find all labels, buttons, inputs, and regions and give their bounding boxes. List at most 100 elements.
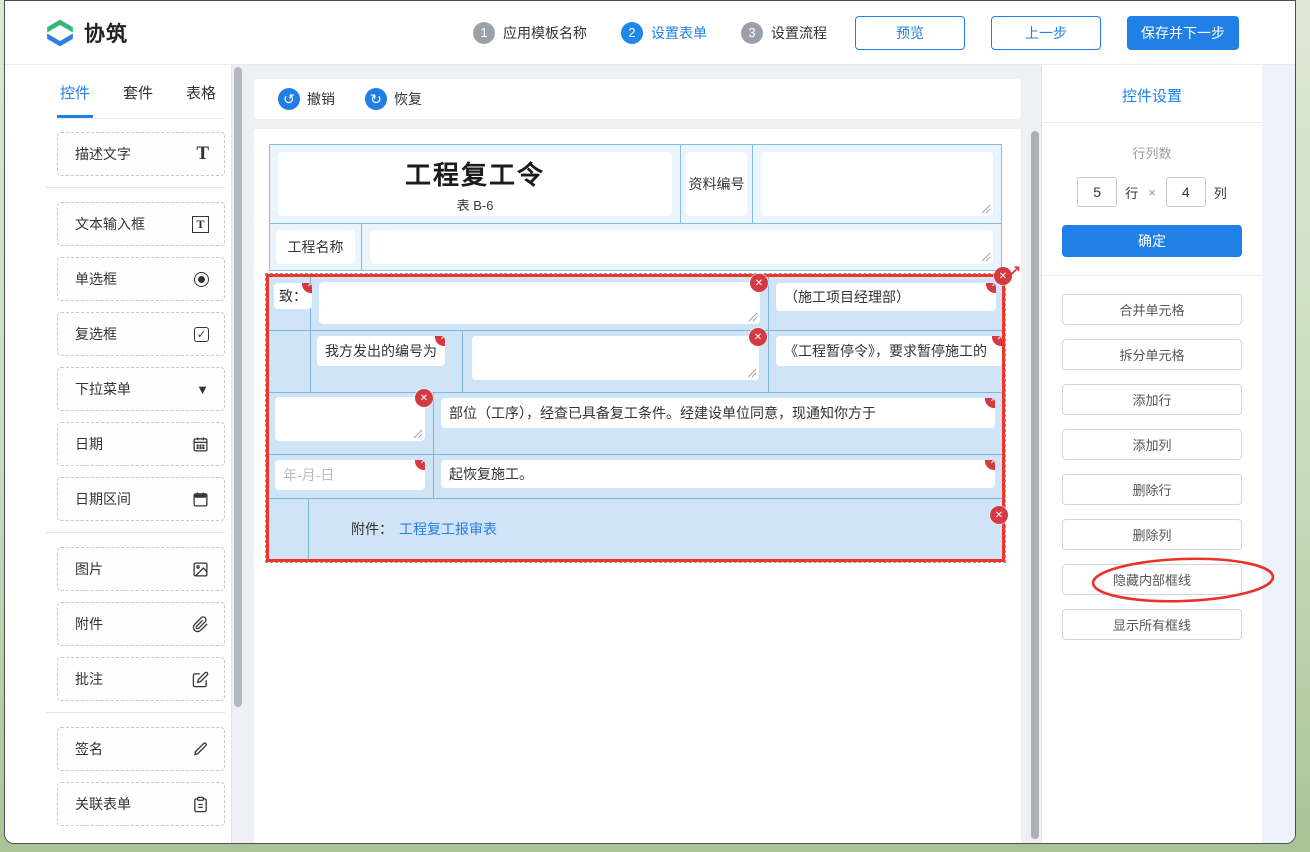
tab-tables[interactable]: 表格 [183, 65, 219, 118]
tab-suites[interactable]: 套件 [120, 65, 156, 118]
rows-input[interactable] [1077, 177, 1117, 207]
hide-inner-borders-button[interactable]: 隐藏内部框线 [1062, 564, 1242, 595]
cell-date: 年-月-日 ✕ [269, 455, 434, 498]
confirm-button[interactable]: 确定 [1062, 225, 1242, 257]
canvas-scrollbar[interactable] [1029, 65, 1041, 843]
step-2-label: 设置表单 [651, 23, 707, 43]
empty-cell[interactable] [269, 499, 309, 559]
selected-table-region[interactable]: ✕ ↗ 致： ✕ ✕ [265, 273, 1006, 563]
step-1[interactable]: 1 应用模板名称 [473, 22, 587, 44]
resize-grip-icon[interactable] [747, 368, 757, 378]
app-logo: 协筑 [45, 18, 245, 48]
project-name-label: 工程名称 [276, 230, 355, 264]
rows-unit: 行 [1125, 183, 1138, 202]
control-item-linked-form[interactable]: 关联表单 [57, 782, 225, 826]
sidebar-divider [45, 187, 225, 188]
to-suffix-box[interactable]: （施工项目经理部） ✕ [776, 283, 996, 311]
delete-control-icon[interactable]: ✕ [415, 389, 433, 407]
right-gutter [1262, 65, 1295, 843]
delete-control-icon[interactable]: ✕ [986, 283, 996, 293]
control-settings-panel: 控件设置 行列数 行 × 列 确定 合并单元格 拆分单元格 添加行 添加列 删除… [1041, 65, 1262, 843]
control-item-image[interactable]: 图片 [57, 547, 225, 591]
step-3[interactable]: 3 设置流程 [741, 22, 827, 44]
form-title-cell[interactable]: 工程复工令 表 B-6 [270, 145, 681, 223]
tab-controls[interactable]: 控件 [57, 65, 93, 118]
cell-attachment[interactable]: 附件： 工程复工报审表 [309, 499, 1002, 559]
form-sheet: 工程复工令 表 B-6 资料编号 [254, 129, 1021, 843]
step-2[interactable]: 2 设置表单 [621, 22, 707, 44]
table-row: ✕ 附件： 工程复工报审表 [269, 499, 1002, 559]
undo-button[interactable]: ↺ 撤销 [278, 88, 335, 110]
step-2-circle: 2 [621, 22, 643, 44]
doc-no-textarea[interactable] [761, 152, 993, 216]
add-column-button[interactable]: 添加列 [1062, 429, 1242, 460]
delete-control-icon[interactable]: ✕ [750, 274, 768, 292]
control-item-checkbox[interactable]: 复选框 ✓ [57, 312, 225, 356]
signature-pen-icon [192, 741, 209, 758]
merge-cells-button[interactable]: 合并单元格 [1062, 294, 1242, 325]
controls-sidebar: 控件 套件 表格 描述文字 T 文本输入框 T 单选框 [5, 65, 232, 843]
control-item-attachment[interactable]: 附件 [57, 602, 225, 646]
date-input[interactable]: 年-月-日 ✕ [275, 460, 425, 490]
canvas-scrollbar-thumb[interactable] [1031, 131, 1039, 839]
empty-cell[interactable] [269, 331, 311, 392]
control-item-description-text[interactable]: 描述文字 T [57, 132, 225, 176]
undo-icon: ↺ [278, 88, 300, 110]
control-item-text-input[interactable]: 文本输入框 T [57, 202, 225, 246]
resume-text-box[interactable]: 起恢复施工。 ✕ [441, 460, 995, 488]
split-cells-button[interactable]: 拆分单元格 [1062, 339, 1242, 370]
to-label-box[interactable]: 致： ✕ [274, 283, 312, 309]
sidebar-scrollbar-thumb[interactable] [234, 67, 242, 707]
control-item-dropdown[interactable]: 下拉菜单 ▼ [57, 367, 225, 411]
resize-grip-icon[interactable] [981, 204, 991, 214]
resize-grip-icon[interactable] [981, 252, 991, 262]
control-item-signature[interactable]: 签名 [57, 727, 225, 771]
multiply-sign: × [1148, 185, 1156, 200]
control-item-date-range[interactable]: 日期区间 [57, 477, 225, 521]
redo-button[interactable]: ↻ 恢复 [365, 88, 422, 110]
add-row-button[interactable]: 添加行 [1062, 384, 1242, 415]
cell-to[interactable]: 致： ✕ [269, 277, 311, 330]
delete-row-button[interactable]: 删除行 [1062, 474, 1242, 505]
doc-no-label: 资料编号 [686, 152, 747, 216]
to-textarea[interactable]: ✕ [319, 282, 760, 324]
save-next-button[interactable]: 保存并下一步 [1127, 16, 1239, 50]
preview-button[interactable]: 预览 [855, 16, 965, 50]
canvas-toolbar: ↺ 撤销 ↻ 恢复 [254, 79, 1021, 119]
our-number-box[interactable]: 我方发出的编号为 ✕ [317, 336, 445, 366]
sidebar-divider [45, 532, 225, 533]
part-textarea[interactable]: ✕ [275, 397, 425, 441]
region-resize-arrow-icon[interactable]: ↗ [1008, 262, 1021, 280]
show-all-borders-button[interactable]: 显示所有框线 [1062, 609, 1242, 640]
delete-control-icon[interactable]: ✕ [985, 398, 995, 408]
logo-icon [45, 18, 75, 48]
control-item-date[interactable]: 日期 [57, 422, 225, 466]
resize-grip-icon[interactable] [413, 429, 423, 439]
header-actions: 预览 上一步 保存并下一步 [855, 16, 1239, 50]
delete-control-icon[interactable]: ✕ [992, 336, 1002, 346]
image-icon [192, 561, 209, 578]
delete-control-icon[interactable]: ✕ [990, 506, 1008, 524]
resize-grip-icon[interactable] [748, 312, 758, 322]
cols-input[interactable] [1166, 177, 1206, 207]
description-text-icon: T [196, 143, 209, 165]
delete-control-icon[interactable]: ✕ [749, 328, 767, 346]
doc-no-label-cell[interactable]: 资料编号 [681, 145, 753, 223]
stop-order-box[interactable]: 《工程暂停令》，要求暂停施工的 ✕ [776, 336, 1002, 366]
delete-column-button[interactable]: 删除列 [1062, 519, 1242, 550]
resume-condition-box[interactable]: 部位（工序），经查已具备复工条件。经建设单位同意，现通知你方于 ✕ [441, 398, 995, 428]
project-name-label-cell[interactable]: 工程名称 [270, 224, 362, 270]
attachment-link[interactable]: 工程复工报审表 [399, 519, 497, 539]
sidebar-scrollbar[interactable] [232, 65, 245, 843]
attachment-label: 附件： [351, 519, 393, 539]
prev-step-button[interactable]: 上一步 [991, 16, 1101, 50]
delete-control-icon[interactable]: ✕ [415, 460, 425, 470]
number-textarea[interactable]: ✕ [472, 336, 759, 380]
app-header: 协筑 1 应用模板名称 2 设置表单 3 设置流程 预览 上一步 保存并下一步 [5, 1, 1295, 65]
cell-to-input: ✕ [311, 277, 769, 330]
table-row: 致： ✕ ✕ [269, 277, 1002, 331]
delete-control-icon[interactable]: ✕ [985, 460, 995, 470]
control-item-annotation[interactable]: 批注 [57, 657, 225, 701]
control-item-radio[interactable]: 单选框 [57, 257, 225, 301]
project-name-textarea[interactable] [370, 230, 993, 264]
